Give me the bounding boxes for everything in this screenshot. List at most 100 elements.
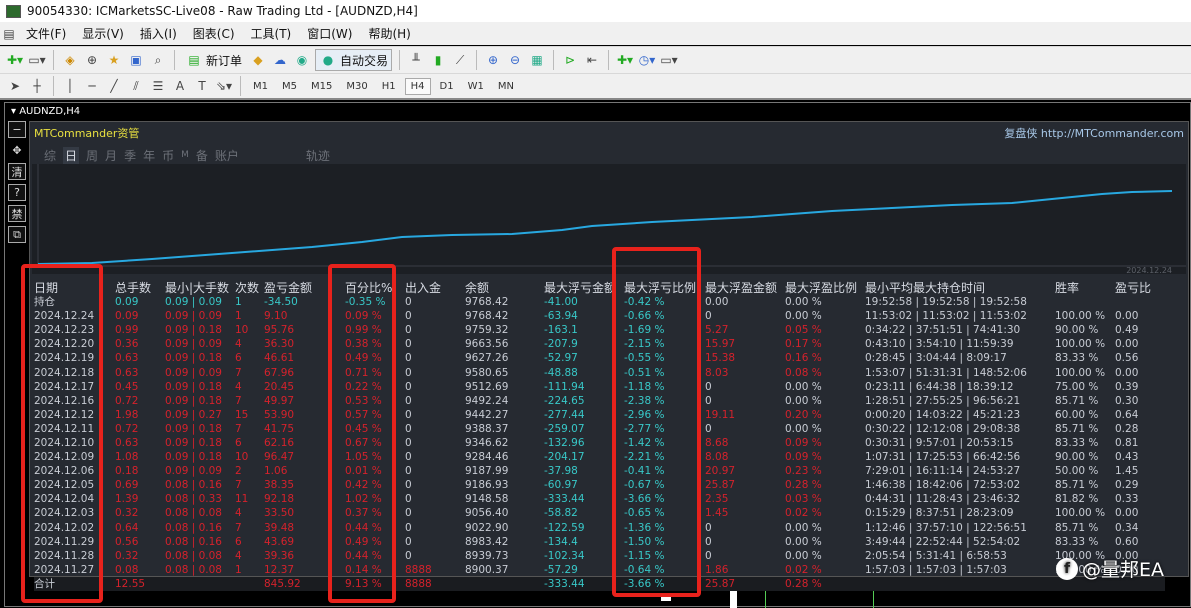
cell-percent: 0.71 %: [345, 366, 382, 379]
cell-max-float-profit-pct: 0.23 %: [785, 465, 822, 478]
menu-window[interactable]: 窗口(W): [299, 25, 360, 42]
timeframe-m30[interactable]: M30: [341, 79, 372, 94]
trendline-icon[interactable]: ╱: [105, 77, 123, 95]
cell-max-float-loss: -60.97: [544, 479, 578, 492]
menu-view[interactable]: 显示(V): [74, 25, 132, 42]
table-row: 2024.11.27 0.08 0.08 | 0.08 1 12.37 0.14 % 888…: [34, 563, 1165, 577]
cell-balance: 8900.37: [465, 563, 509, 576]
cell-min-max-lots: 0.09 | 0.18: [165, 422, 222, 435]
tab-account[interactable]: 账户: [215, 147, 239, 164]
text-label-icon[interactable]: T: [193, 77, 211, 95]
table-row: 2024.11.29 0.56 0.08 | 0.16 6 43.69 0.49 % 0 89…: [34, 535, 1165, 549]
text-icon[interactable]: A: [171, 77, 189, 95]
menu-tools[interactable]: 工具(T): [243, 25, 300, 42]
cell-total-lots: 12.55: [115, 576, 165, 591]
cell-balance: 9442.27: [465, 408, 509, 421]
period-tabs: 综 日 周 月 季 年 币 M 备 账户 轨迹: [44, 147, 330, 164]
candlestick-icon[interactable]: ▮: [429, 51, 447, 69]
vertical-line-icon[interactable]: │: [61, 77, 79, 95]
cell-balance: 8983.42: [465, 535, 509, 548]
cell-win-rate: 75.00 %: [1055, 380, 1099, 393]
tab-currency[interactable]: 币: [162, 147, 174, 164]
fibonacci-icon[interactable]: ☰: [149, 77, 167, 95]
chart-window[interactable]: ▾ AUDNZD,H4 − ✥ 清 ? 禁 ⧉ MTCommander资管 复盘…: [4, 102, 1191, 608]
arrows-icon[interactable]: ⇘▾: [215, 77, 233, 95]
periods-icon[interactable]: ◷▾: [638, 51, 656, 69]
tab-summary[interactable]: 综: [44, 147, 56, 164]
cell-percent: 0.44 %: [345, 549, 382, 562]
crosshair-data-icon[interactable]: ⊕: [83, 51, 101, 69]
auto-scroll-icon[interactable]: ⊳: [561, 51, 579, 69]
tab-notes[interactable]: 备: [196, 147, 208, 164]
cell-deposit-withdraw: 0: [405, 451, 412, 464]
market-watch-icon[interactable]: ◈: [61, 51, 79, 69]
cell-max-float-profit-pct: 0.09 %: [785, 436, 822, 449]
cell-deposit-withdraw: 0: [405, 436, 412, 449]
cell-max-float-profit: 8.03: [705, 366, 729, 379]
cell-percent: 0.67 %: [345, 436, 382, 449]
new-chart-icon[interactable]: ✚▾: [6, 51, 24, 69]
bar-chart-icon[interactable]: ╨: [407, 51, 425, 69]
tab-quarterly[interactable]: 季: [124, 147, 136, 164]
cell-pnl: 38.35: [264, 479, 295, 492]
cell-max-float-loss-pct: -0.67 %: [624, 479, 665, 492]
header-profit-loss-ratio: 盈亏比: [1115, 280, 1152, 295]
window-title: 90054330: ICMarketsSC-Live08 - Raw Tradi…: [27, 4, 418, 18]
minimize-icon[interactable]: −: [8, 121, 26, 138]
profiles-icon[interactable]: ▭▾: [28, 51, 46, 69]
timeframe-m1[interactable]: M1: [248, 79, 273, 94]
document-icon[interactable]: ▤: [0, 25, 18, 43]
disable-icon[interactable]: 禁: [8, 205, 26, 222]
timeframe-h4[interactable]: H4: [404, 77, 431, 95]
tab-monthly[interactable]: 月: [105, 147, 117, 164]
menu-insert[interactable]: 插入(I): [132, 25, 185, 42]
timeframe-h1[interactable]: H1: [377, 79, 401, 94]
timeframe-w1[interactable]: W1: [463, 79, 489, 94]
strategy-tester-icon[interactable]: ⌕: [149, 51, 167, 69]
metaeditor-icon[interactable]: ◆: [249, 51, 267, 69]
indicators-icon[interactable]: ✚▾: [616, 51, 634, 69]
table-row: 2024.12.05 0.69 0.08 | 0.16 7 38.35 0.42 % 0 91…: [34, 478, 1165, 492]
cell-balance: 9492.24: [465, 394, 509, 407]
cursor-icon[interactable]: ➤: [6, 77, 24, 95]
equidistant-channel-icon[interactable]: ⫽: [127, 77, 145, 95]
cell-date: 2024.12.10: [34, 436, 95, 449]
timeframe-mn[interactable]: MN: [493, 79, 519, 94]
restore-icon[interactable]: ⧉: [8, 226, 26, 243]
move-icon[interactable]: ✥: [8, 142, 26, 159]
zoom-in-icon[interactable]: ⊕: [484, 51, 502, 69]
line-chart-icon[interactable]: ⟋: [451, 51, 469, 69]
help-icon[interactable]: ?: [8, 184, 26, 201]
navigator-icon[interactable]: ★: [105, 51, 123, 69]
tile-windows-icon[interactable]: ▦: [528, 51, 546, 69]
timeframe-d1[interactable]: D1: [435, 79, 459, 94]
new-order-button[interactable]: ▤ 新订单: [182, 50, 245, 70]
crosshair-icon[interactable]: ┼: [28, 77, 46, 95]
clear-icon[interactable]: 清: [8, 163, 26, 180]
tab-weekly[interactable]: 周: [86, 147, 98, 164]
tab-daily[interactable]: 日: [63, 147, 80, 164]
cell-max-float-profit: 0: [705, 422, 712, 435]
cell-max-float-profit-pct: 0.00 %: [785, 549, 822, 562]
table-row: 2024.11.28 0.32 0.08 | 0.08 4 39.36 0.44 % 0 89…: [34, 549, 1165, 563]
tab-yearly[interactable]: 年: [143, 147, 155, 164]
menu-charts[interactable]: 图表(C): [185, 25, 243, 42]
horizontal-line-icon[interactable]: ─: [83, 77, 101, 95]
tab-magic[interactable]: M: [181, 147, 189, 164]
cell-hold-time: 1:28:51 | 27:55:25 | 96:56:21: [865, 394, 1021, 407]
chart-shift-icon[interactable]: ⇤: [583, 51, 601, 69]
menu-help[interactable]: 帮助(H): [360, 25, 418, 42]
timeframe-m15[interactable]: M15: [306, 79, 337, 94]
panel-website-link[interactable]: 复盘侠 http://MTCommander.com: [1004, 125, 1184, 141]
cell-percent: 0.57 %: [345, 408, 382, 421]
zoom-out-icon[interactable]: ⊖: [506, 51, 524, 69]
market-icon[interactable]: ◉: [293, 51, 311, 69]
timeframe-m5[interactable]: M5: [277, 79, 302, 94]
auto-trading-button[interactable]: ● 自动交易: [315, 49, 393, 71]
menu-file[interactable]: 文件(F): [18, 25, 74, 42]
terminal-icon[interactable]: ▣: [127, 51, 145, 69]
cell-total-lots: 0.69: [115, 479, 139, 492]
signals-icon[interactable]: ☁: [271, 51, 289, 69]
tab-trace[interactable]: 轨迹: [306, 147, 330, 164]
templates-icon[interactable]: ▭▾: [660, 51, 678, 69]
